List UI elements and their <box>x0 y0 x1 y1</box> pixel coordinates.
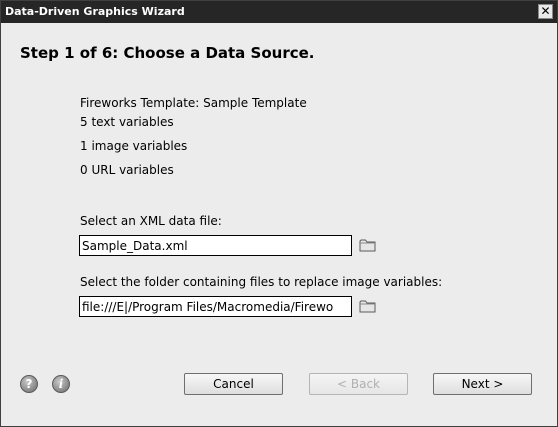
next-button[interactable]: Next > <box>433 373 532 395</box>
image-folder-browse-folder-icon[interactable] <box>359 299 376 313</box>
window-title: Data-Driven Graphics Wizard <box>5 5 185 18</box>
info-icon[interactable]: i <box>52 375 70 393</box>
xml-file-input[interactable] <box>79 235 352 256</box>
xml-file-label: Select an XML data file: <box>80 214 222 228</box>
text-variables-count: 5 text variables <box>80 115 174 129</box>
back-button[interactable]: < Back <box>309 373 408 395</box>
wizard-content: Step 1 of 6: Choose a Data Source. Firew… <box>1 23 557 426</box>
wizard-window: Data-Driven Graphics Wizard ✕ Step 1 of … <box>0 0 558 427</box>
close-icon: ✕ <box>540 4 551 18</box>
image-folder-label: Select the folder containing files to re… <box>80 275 443 289</box>
question-icon[interactable]: ? <box>20 375 38 393</box>
image-variables-count: 1 image variables <box>80 139 188 153</box>
image-folder-input[interactable] <box>79 296 352 317</box>
title-bar[interactable]: Data-Driven Graphics Wizard ✕ <box>1 1 557 23</box>
close-button[interactable]: ✕ <box>538 4 553 19</box>
cancel-button[interactable]: Cancel <box>184 373 283 395</box>
page-title: Step 1 of 6: Choose a Data Source. <box>20 44 315 62</box>
url-variables-count: 0 URL variables <box>80 163 174 177</box>
xml-browse-folder-icon[interactable] <box>359 238 376 252</box>
template-name-text: Fireworks Template: Sample Template <box>80 96 307 110</box>
